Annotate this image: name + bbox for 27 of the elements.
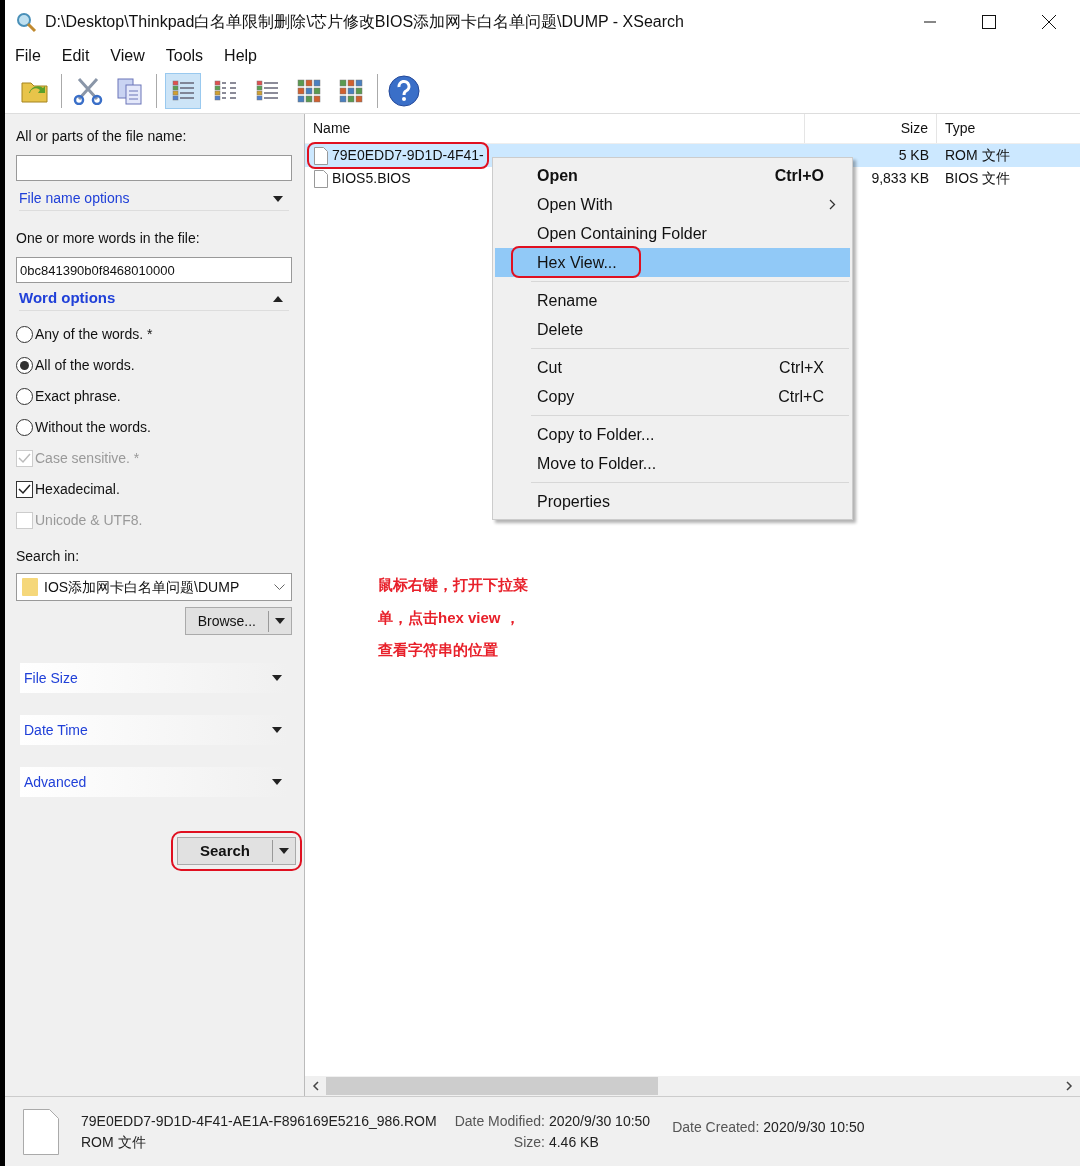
checkbox-label: Unicode & UTF8. (35, 511, 143, 530)
field-label: One or more words in the file: (16, 229, 201, 248)
file-type: ROM 文件 (944, 146, 1010, 165)
field-value: 2020/9/30 10:50 (548, 1111, 651, 1131)
field-label: Search in: (16, 547, 81, 566)
checkbox-label: Hexadecimal. (35, 480, 120, 499)
checkbox-label: Case sensitive. * (35, 449, 140, 468)
status-file-name: 79E0EDD7-9D1D-4F41-AE1A-F896169E5216_986.ROM (81, 1111, 437, 1131)
field-label: Size: (512, 1132, 545, 1152)
file-name: 79E0EDD7-9D1D-4F41- (332, 146, 484, 165)
file-name: BIOS5.BIOS (332, 169, 411, 188)
annotation-text: 单，点击hex view ， (378, 607, 521, 628)
file-type: BIOS 文件 (944, 169, 1011, 188)
field-value: 2020/9/30 10:50 (763, 1118, 865, 1137)
file-size: 5 KB (897, 146, 930, 165)
field-value: 4.46 KB (548, 1132, 600, 1152)
window-title: D:\Desktop\Thinkpad白名单限制删除\芯片修改BIOS添加网卡白名单问题\DUMP - XSearch (45, 12, 684, 32)
annotation-text: 查看字符串的位置 (378, 640, 499, 660)
status-file-type: ROM 文件 (81, 1132, 147, 1152)
field-label: Date Created: (672, 1118, 760, 1137)
radio-label: All of the words. (35, 356, 135, 375)
radio-label: Exact phrase. (35, 387, 121, 406)
radio-label: Any of the words. * (35, 325, 153, 344)
field-label: Date Modified: (454, 1111, 545, 1131)
annotation-text: 鼠标右键，打开下拉菜 (378, 575, 528, 595)
radio-label: Without the words. (35, 418, 151, 437)
field-label: All or parts of the file name: (16, 127, 188, 146)
